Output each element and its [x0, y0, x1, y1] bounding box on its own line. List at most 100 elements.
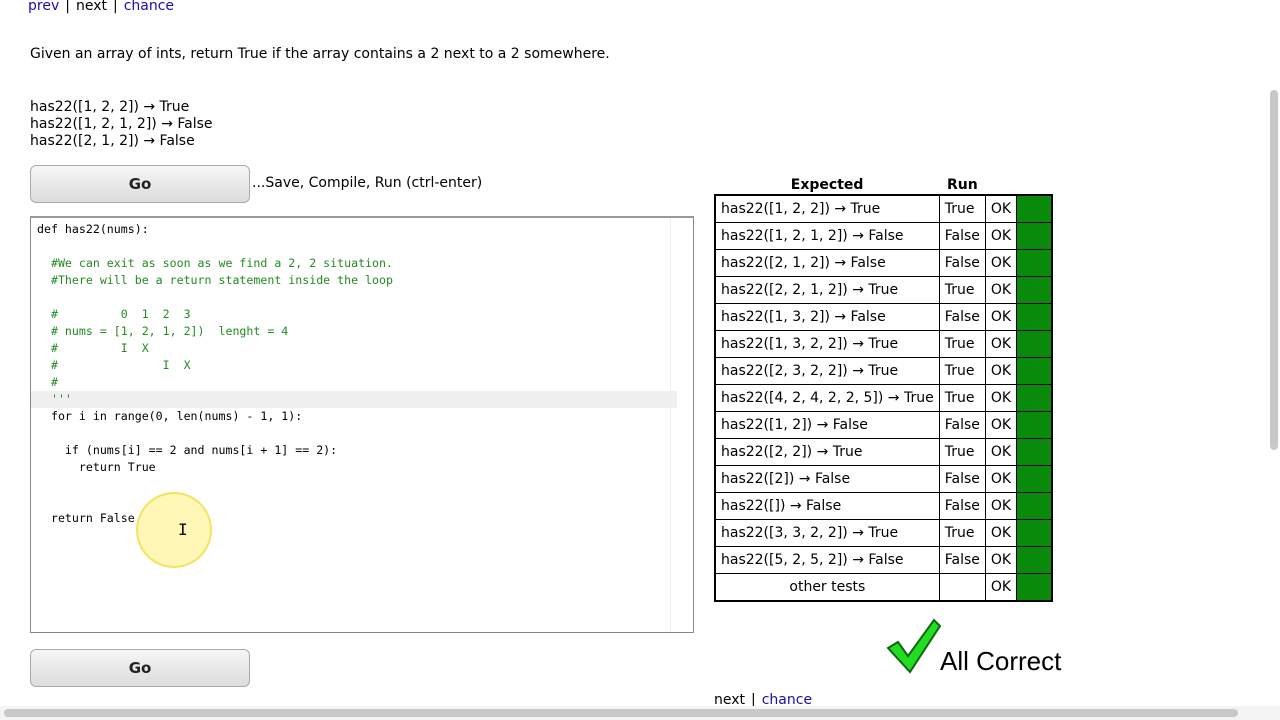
result-row: has22([4, 2, 4, 2, 2, 5]) → True True OK [714, 384, 1053, 412]
result-row: has22([1, 2, 2]) → True True OK [714, 194, 1053, 223]
code-line: # [37, 375, 58, 389]
run-cell: True [938, 276, 986, 304]
pass-indicator [1016, 249, 1053, 277]
example: has22([2, 1, 2]) → False [30, 133, 195, 149]
chance-link[interactable]: chance [124, 0, 174, 14]
status-cell: OK [984, 330, 1018, 358]
run-cell: False [938, 411, 986, 439]
expected-header: Expected [790, 177, 864, 193]
run-cell: False [938, 222, 986, 250]
pass-indicator [1016, 546, 1053, 574]
prev-link[interactable]: prev [28, 0, 59, 14]
code-editor[interactable]: def has22(nums): #We can exit as soon as… [30, 216, 694, 633]
run-cell: False [938, 303, 986, 331]
run-cell: True [938, 330, 986, 358]
run-cell: True [938, 519, 986, 547]
pass-indicator [1016, 276, 1053, 304]
code-line: if (nums[i] == 2 and nums[i + 1] == 2): [37, 443, 338, 457]
results-table: Expected Run has22([1, 2, 2]) → True True O… [714, 176, 1053, 602]
code-line: #There will be a return statement inside… [37, 273, 393, 287]
run-cell: False [938, 249, 986, 277]
result-row: has22([2]) → False False OK [714, 465, 1053, 493]
code-line: return True [37, 460, 156, 474]
expected-cell: has22([1, 2, 2]) → True [714, 194, 940, 223]
example: has22([1, 2, 1, 2]) → False [30, 116, 213, 132]
code-line: # I X [37, 358, 191, 372]
status-cell: OK [984, 546, 1018, 574]
all-correct-label: All Correct [940, 646, 1062, 676]
pass-indicator [1016, 357, 1053, 385]
run-cell: False [938, 546, 986, 574]
code-line: #We can exit as soon as we find a 2, 2 s… [37, 256, 393, 270]
result-row: has22([1, 3, 2]) → False False OK [714, 303, 1053, 331]
expected-cell: has22([2, 1, 2]) → False [714, 249, 940, 277]
status-cell: OK [984, 411, 1018, 439]
problem-description: Given an array of ints, return True if t… [30, 46, 610, 62]
expected-cell: has22([3, 3, 2, 2]) → True [714, 519, 940, 547]
examples: has22([1, 2, 2]) → True has22([1, 2, 1, … [30, 99, 213, 150]
run-cell: True [938, 357, 986, 385]
expected-cell: has22([1, 3, 2]) → False [714, 303, 940, 331]
status-cell: OK [984, 249, 1018, 277]
pass-indicator [1016, 438, 1053, 466]
pass-indicator [1016, 303, 1053, 331]
expected-cell: has22([2]) → False [714, 465, 940, 493]
run-cell [938, 573, 986, 602]
pass-indicator [1016, 465, 1053, 493]
code-line: # I X [37, 341, 149, 355]
run-cell: False [938, 465, 986, 493]
code-line: # 0 1 2 3 [37, 307, 191, 321]
checkmark-icon [886, 618, 942, 678]
pass-indicator [1016, 194, 1053, 223]
status-cell: OK [984, 573, 1018, 602]
status-cell: OK [984, 492, 1018, 520]
status-cell: OK [984, 519, 1018, 547]
expected-cell: has22([5, 2, 5, 2]) → False [714, 546, 940, 574]
run-cell: True [938, 384, 986, 412]
status-cell: OK [984, 276, 1018, 304]
expected-cell: has22([]) → False [714, 492, 940, 520]
expected-cell: has22([2, 2, 1, 2]) → True [714, 276, 940, 304]
result-row: has22([2, 3, 2, 2]) → True True OK [714, 357, 1053, 385]
pass-indicator [1016, 519, 1053, 547]
code-text[interactable]: def has22(nums): #We can exit as soon as… [31, 221, 677, 527]
run-cell: True [938, 438, 986, 466]
status-cell: OK [984, 438, 1018, 466]
result-row: has22([2, 2, 1, 2]) → True True OK [714, 276, 1053, 304]
pass-indicator [1016, 222, 1053, 250]
pass-indicator [1016, 411, 1053, 439]
expected-cell: other tests [714, 573, 940, 602]
vertical-scrollbar[interactable] [1270, 90, 1278, 450]
expected-cell: has22([1, 2, 1, 2]) → False [714, 222, 940, 250]
run-cell: True [938, 194, 986, 223]
result-row: has22([2, 2]) → True True OK [714, 438, 1053, 466]
result-row: has22([2, 1, 2]) → False False OK [714, 249, 1053, 277]
next-label[interactable]: next [76, 0, 107, 14]
status-cell: OK [984, 384, 1018, 412]
expected-cell: has22([1, 2]) → False [714, 411, 940, 439]
pass-indicator [1016, 573, 1053, 602]
go-button-bottom[interactable]: Go [30, 649, 250, 687]
go-button[interactable]: Go [30, 165, 250, 203]
problem-nav: prev | next | chance [28, 0, 175, 14]
status-cell: OK [984, 465, 1018, 493]
pass-indicator [1016, 492, 1053, 520]
status-cell: OK [984, 194, 1018, 223]
code-line: return False [37, 511, 135, 525]
expected-cell: has22([1, 3, 2, 2]) → True [714, 330, 940, 358]
code-line: for i in range(0, len(nums) - 1, 1): [37, 409, 303, 423]
code-line: def has22(nums): [37, 222, 149, 236]
status-cell: OK [984, 357, 1018, 385]
result-row: has22([1, 2, 1, 2]) → False False OK [714, 222, 1053, 250]
result-row: other tests OK [714, 573, 1053, 602]
horizontal-scrollbar[interactable] [4, 709, 1238, 717]
result-row: has22([5, 2, 5, 2]) → False False OK [714, 546, 1053, 574]
result-row: has22([3, 3, 2, 2]) → True True OK [714, 519, 1053, 547]
run-cell: False [938, 492, 986, 520]
code-line: ''' [31, 391, 677, 408]
go-hint: ...Save, Compile, Run (ctrl-enter) [252, 175, 483, 191]
